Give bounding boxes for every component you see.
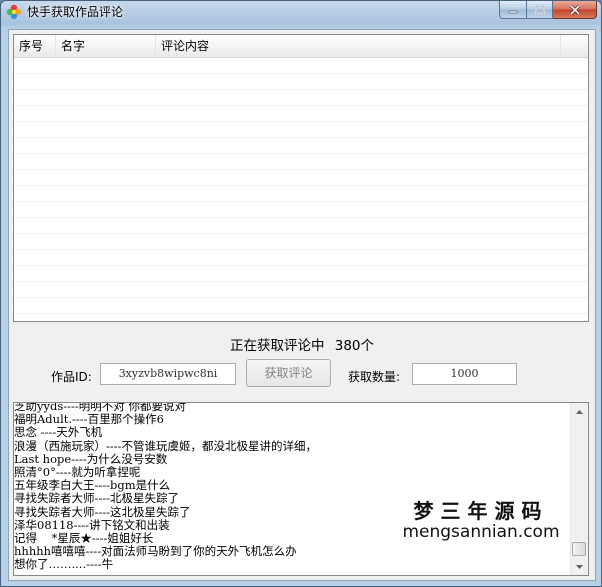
table-row[interactable] — [14, 298, 588, 314]
table-row[interactable] — [14, 234, 588, 250]
caption-buttons — [499, 1, 597, 19]
comment-log-lines: 芝助yyds----明明不对 你都要说对 福明Adult.----百里那个操作6 思… — [14, 403, 570, 572]
watermark: 梦三年源码 mengsannian.com — [381, 495, 581, 542]
scrollbar-thumb[interactable] — [572, 542, 586, 556]
minimize-button[interactable] — [499, 1, 527, 19]
table-row[interactable] — [14, 90, 588, 106]
table-row[interactable] — [14, 266, 588, 282]
comments-listview[interactable]: 序号 名字 评论内容 — [13, 34, 589, 322]
kuaishou-flower-icon — [6, 4, 22, 20]
title-bar[interactable]: 快手获取作品评论 — [1, 1, 601, 23]
table-row[interactable] — [14, 74, 588, 90]
column-header-comment[interactable]: 评论内容 — [156, 35, 561, 57]
main-window: 快手获取作品评论 序号 名字 评论内容 正在获取评论中 380个 作品ID: 3… — [0, 0, 602, 587]
listview-header: 序号 名字 评论内容 — [14, 35, 588, 58]
comment-log-line: 思念 ----天外飞机 — [14, 425, 103, 440]
window-title: 快手获取作品评论 — [27, 5, 124, 19]
work-id-input[interactable]: 3xyzvb8wipwc8ni — [100, 363, 236, 385]
watermark-cn: 梦三年源码 — [413, 499, 549, 523]
table-row[interactable] — [14, 218, 588, 234]
scroll-down-button[interactable] — [571, 558, 588, 575]
comment-log-textbox[interactable]: 芝助yyds----明明不对 你都要说对 福明Adult.----百里那个操作6 思… — [13, 402, 589, 576]
table-row[interactable] — [14, 202, 588, 218]
table-row[interactable] — [14, 250, 588, 266]
table-row[interactable] — [14, 58, 588, 74]
comment-log-line: 想你了……....----牛 — [14, 557, 114, 572]
column-header-name[interactable]: 名字 — [56, 35, 156, 57]
work-id-label: 作品ID: — [51, 370, 92, 384]
close-button[interactable] — [553, 1, 597, 19]
table-row[interactable] — [14, 170, 588, 186]
fetch-comments-button[interactable]: 获取评论 — [246, 359, 331, 387]
comment-log-line: 浪漫（西施玩家）----不管谁玩虞姬，都没北极星讲的详细， — [14, 438, 318, 453]
listview-rows — [14, 58, 588, 314]
column-header-filler — [561, 35, 588, 57]
table-row[interactable] — [14, 186, 588, 202]
table-row[interactable] — [14, 138, 588, 154]
close-icon — [569, 4, 580, 15]
table-row[interactable] — [14, 122, 588, 138]
count-input[interactable]: 1000 — [412, 363, 517, 385]
maximize-button[interactable] — [527, 1, 553, 19]
scroll-up-arrow-icon — [576, 409, 583, 414]
table-row[interactable] — [14, 154, 588, 170]
table-row[interactable] — [14, 106, 588, 122]
status-count: 380个 — [334, 338, 375, 354]
maximize-icon — [534, 5, 545, 14]
status-text: 正在获取评论中 — [229, 338, 325, 354]
scroll-up-button[interactable] — [571, 403, 588, 420]
minimize-icon — [508, 10, 518, 13]
column-header-index[interactable]: 序号 — [14, 35, 56, 57]
scroll-down-arrow-icon — [576, 564, 583, 569]
table-row[interactable] — [14, 282, 588, 298]
vertical-scrollbar[interactable] — [570, 403, 588, 575]
status-line: 正在获取评论中 380个 — [9, 334, 595, 354]
watermark-en: mengsannian.com — [402, 522, 560, 542]
count-label: 获取数量: — [348, 370, 401, 384]
